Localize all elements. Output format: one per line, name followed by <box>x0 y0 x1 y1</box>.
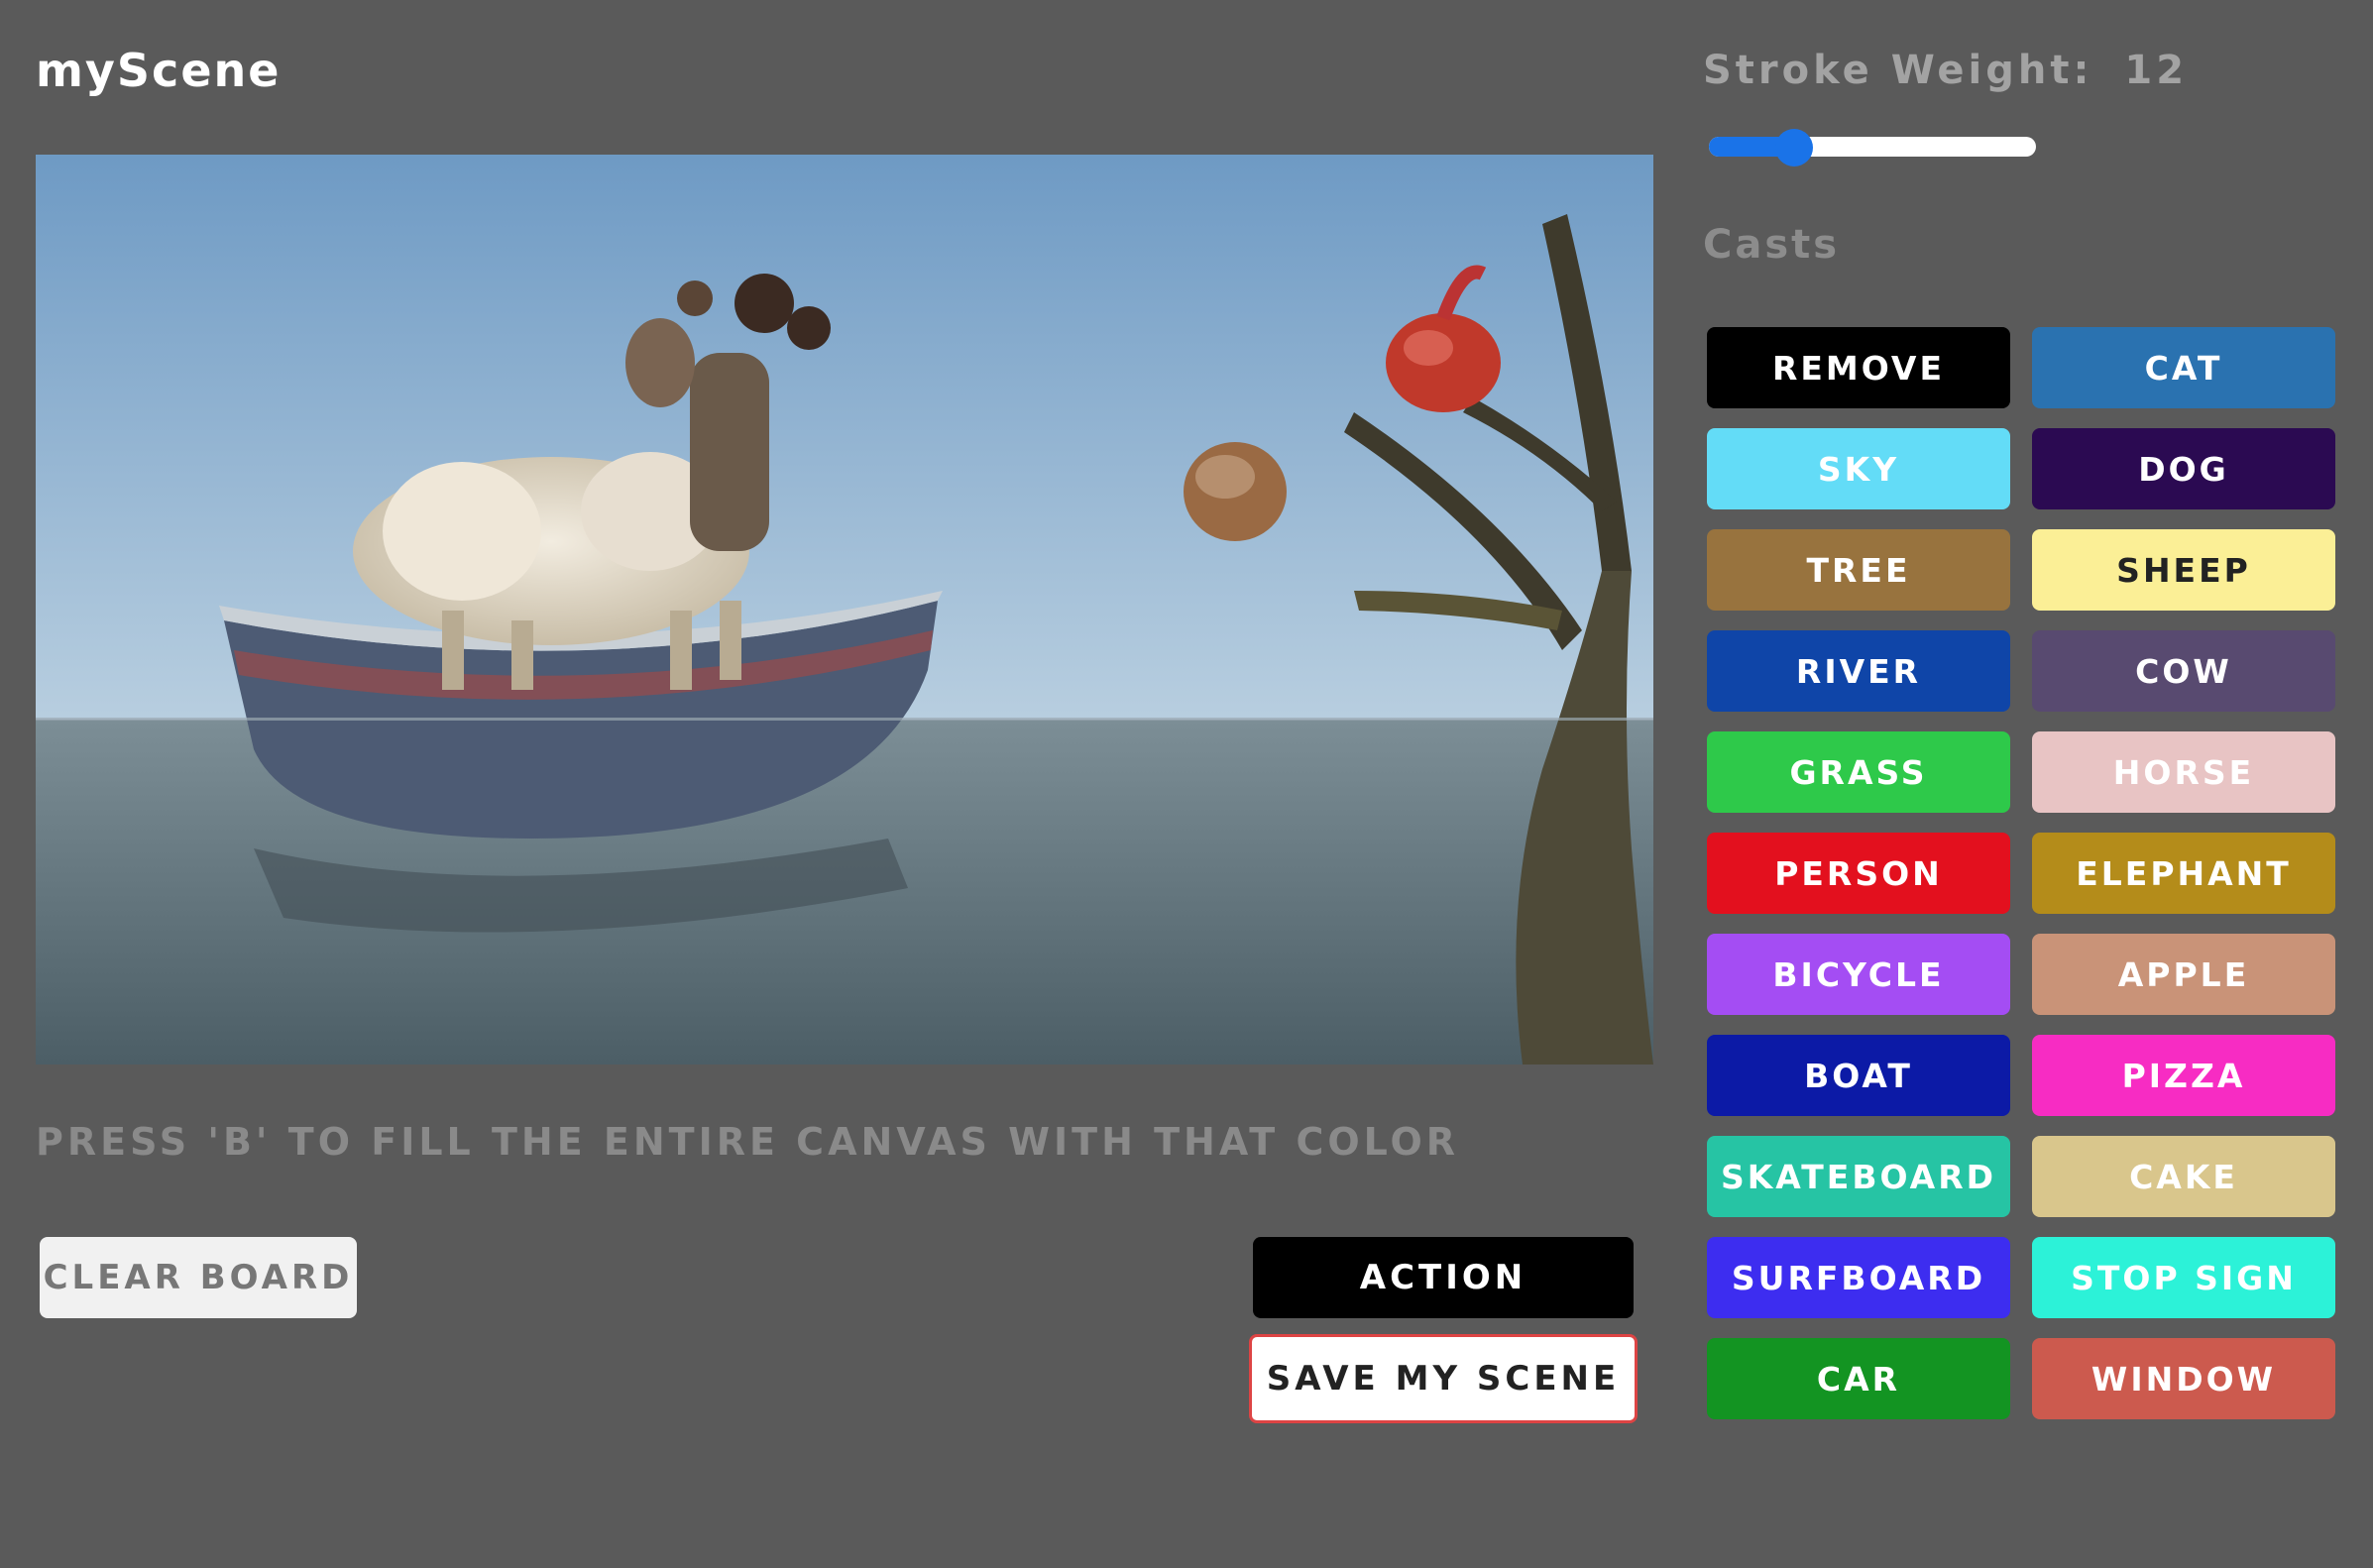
cast-button-sky[interactable]: SKY <box>1707 428 2010 509</box>
cast-button-river[interactable]: RIVER <box>1707 630 2010 712</box>
action-button[interactable]: ACTION <box>1253 1237 1634 1318</box>
stroke-weight-slider[interactable] <box>1709 129 2036 167</box>
cast-button-dog[interactable]: DOG <box>2032 428 2335 509</box>
stroke-weight-label: Stroke Weight: 12 <box>1703 48 2188 93</box>
cast-button-apple[interactable]: APPLE <box>2032 934 2335 1015</box>
app-root: myScene PRESS 'B' TO FILL THE ENTIRE CAN… <box>0 0 2373 1568</box>
stroke-weight-text: Stroke Weight: <box>1703 48 2093 93</box>
casts-heading: Casts <box>1703 222 1841 268</box>
cast-button-bicycle[interactable]: BICYCLE <box>1707 934 2010 1015</box>
save-scene-button[interactable]: SAVE MY SCENE <box>1249 1334 1638 1423</box>
app-title: myScene <box>36 44 282 97</box>
cast-button-grass[interactable]: GRASS <box>1707 731 2010 813</box>
cast-button-remove[interactable]: REMOVE <box>1707 327 2010 408</box>
canvas-fill-hint: PRESS 'B' TO FILL THE ENTIRE CANVAS WITH… <box>36 1120 1460 1164</box>
cast-button-surfboard[interactable]: SURFBOARD <box>1707 1237 2010 1318</box>
cast-button-sheep[interactable]: SHEEP <box>2032 529 2335 611</box>
cast-button-skateboard[interactable]: SKATEBOARD <box>1707 1136 2010 1217</box>
cast-button-cake[interactable]: CAKE <box>2032 1136 2335 1217</box>
stroke-weight-value: 12 <box>2124 48 2189 93</box>
cast-button-car[interactable]: CAR <box>1707 1338 2010 1419</box>
cast-button-cow[interactable]: COW <box>2032 630 2335 712</box>
cast-button-horse[interactable]: HORSE <box>2032 731 2335 813</box>
cast-button-window[interactable]: WINDOW <box>2032 1338 2335 1419</box>
clear-board-button[interactable]: CLEAR BOARD <box>40 1237 357 1318</box>
cast-button-cat[interactable]: CAT <box>2032 327 2335 408</box>
generated-scene-image <box>36 155 1653 1064</box>
drawing-canvas[interactable] <box>36 155 1653 1064</box>
cast-button-pizza[interactable]: PIZZA <box>2032 1035 2335 1116</box>
cast-button-person[interactable]: PERSON <box>1707 833 2010 914</box>
cast-button-stop-sign[interactable]: STOP SIGN <box>2032 1237 2335 1318</box>
cast-button-tree[interactable]: TREE <box>1707 529 2010 611</box>
cast-button-elephant[interactable]: ELEPHANT <box>2032 833 2335 914</box>
slider-thumb[interactable] <box>1774 129 1813 167</box>
casts-palette: REMOVE CAT SKY DOG TREE SHEEP RIVER COW GRASS HOR… <box>1707 327 2337 1419</box>
cast-button-boat[interactable]: BOAT <box>1707 1035 2010 1116</box>
